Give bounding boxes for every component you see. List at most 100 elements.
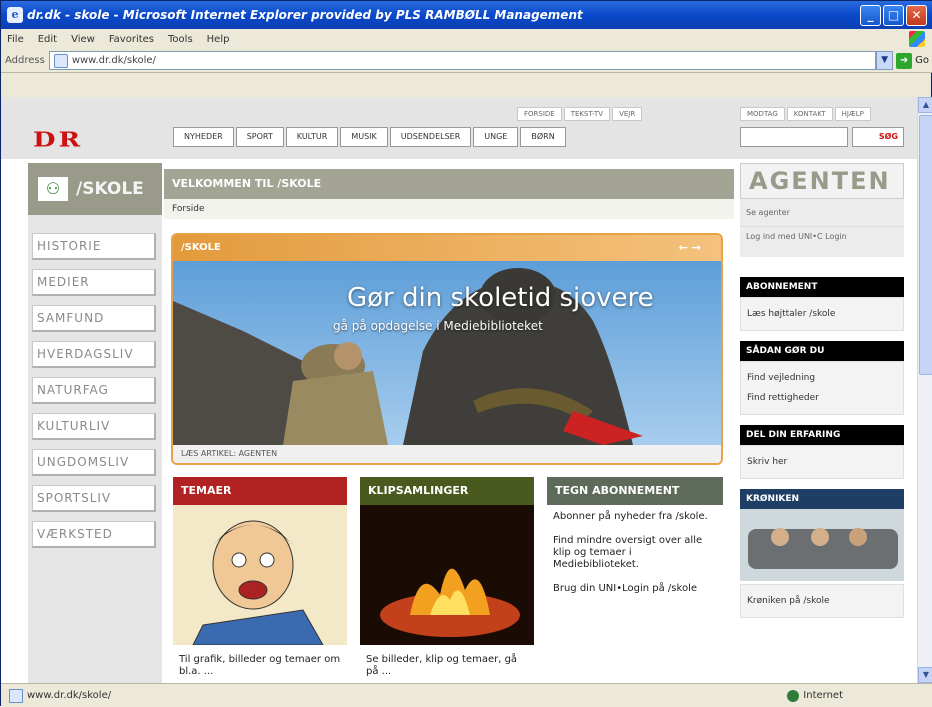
feature-nav-arrows-icon[interactable]: ← → xyxy=(679,235,701,261)
page-icon xyxy=(53,53,68,68)
menu-view[interactable]: View xyxy=(71,34,95,45)
util-link-modtag[interactable]: MODTAG xyxy=(740,107,785,121)
sidenav-ungdomsliv[interactable]: UNGDOMSLIV xyxy=(32,449,156,476)
nav-musik[interactable]: MUSIK xyxy=(340,127,388,147)
nav-boern[interactable]: BØRN xyxy=(520,127,566,147)
klipsamlinger-heading[interactable]: KLIPSAMLINGER xyxy=(360,477,534,505)
search-button[interactable]: SØG xyxy=(852,127,904,147)
close-button[interactable]: ✕ xyxy=(906,4,927,26)
del-din-erfaring-body[interactable]: Skriv her xyxy=(740,445,904,479)
saadan-goer-du-body[interactable]: Find vejledning Find rettigheder xyxy=(740,361,904,415)
abonnement-box: TEGN ABONNEMENT Abonner på nyheder fra /… xyxy=(547,477,723,683)
klipsamlinger-text: Se billeder, klip og temaer, gå på ... xyxy=(366,654,518,677)
kroeniken-title: KRØNIKEN xyxy=(740,489,904,509)
feature-box: /SKOLE ← → Gør din skoletid sjovere gå p… xyxy=(171,233,723,465)
globe-icon xyxy=(787,689,800,702)
feature-subheadline: gå på opdagelse i Mediebiblioteket xyxy=(333,319,543,333)
fire-image[interactable] xyxy=(360,505,534,645)
util-link-tekst-tv[interactable]: TEKST-TV xyxy=(563,107,611,121)
util-links-right: MODTAG KONTAKT HJÆLP xyxy=(738,107,871,121)
feature-image[interactable]: Gør din skoletid sjovere gå på opdagelse… xyxy=(173,261,721,445)
kids-icon: ⚇ xyxy=(38,177,68,201)
security-zone: Internet xyxy=(787,689,843,702)
util-link-vejr[interactable]: VEJR xyxy=(612,107,643,121)
del-din-erfaring-rbox: DEL DIN ERFARING Skriv her xyxy=(740,425,904,479)
right-column: AGENTEN Se agenter Log ind med UNI•C Log… xyxy=(740,163,904,618)
feature-caption[interactable]: LÆS ARTIKEL: AGENTEN xyxy=(173,445,721,463)
abonnement-rbox-title: ABONNEMENT xyxy=(740,277,904,297)
minimize-button[interactable]: _ xyxy=(860,4,881,26)
sidenav-historie[interactable]: HISTORIE xyxy=(32,233,156,260)
scroll-thumb[interactable] xyxy=(919,115,932,375)
go-button[interactable]: Go xyxy=(915,55,929,66)
abonnement-rbox-body[interactable]: Læs højttaler /skole xyxy=(740,297,904,331)
del-din-erfaring-title: DEL DIN ERFARING xyxy=(740,425,904,445)
temaer-cartoon-image[interactable] xyxy=(173,505,347,646)
window-title: dr.dk - skole - Microsoft Internet Explo… xyxy=(27,8,583,22)
agenten-logo[interactable]: AGENTEN xyxy=(740,163,904,199)
klipsamlinger-box: KLIPSAMLINGER Se billeder, klip og temae… xyxy=(360,477,534,678)
menu-edit[interactable]: Edit xyxy=(38,34,57,45)
sidenav-samfund[interactable]: SAMFUND xyxy=(32,305,156,332)
kroeniken-body[interactable]: Krøniken på /skole xyxy=(740,584,904,618)
sidenav-medier[interactable]: MEDIER xyxy=(32,269,156,296)
address-field[interactable]: www.dr.dk/skole/ xyxy=(48,51,877,70)
util-link-kontakt[interactable]: KONTAKT xyxy=(786,107,833,121)
feature-bar: /SKOLE ← → xyxy=(173,235,721,261)
util-link-hjaelp[interactable]: HJÆLP xyxy=(834,107,871,121)
temaer-box: TEMAER Til grafik, billeder og temaer om… xyxy=(173,477,347,678)
title-bar: e dr.dk - skole - Microsoft Internet Exp… xyxy=(1,1,932,29)
temaer-text: Til grafik, billeder og temaer om bl.a. … xyxy=(179,654,341,677)
saadan-goer-du-rbox: SÅDAN GØR DU Find vejledning Find rettig… xyxy=(740,341,904,415)
kroeniken-image[interactable] xyxy=(740,509,904,581)
sidenav-sportsliv[interactable]: SPORTSLIV xyxy=(32,485,156,512)
nav-sport[interactable]: SPORT xyxy=(235,127,284,147)
kroeniken-rbox: KRØNIKEN Krøniken på /skole xyxy=(740,489,904,618)
welcome-heading: VELKOMMEN TIL /SKOLE xyxy=(164,169,734,199)
nav-unge[interactable]: UNGE xyxy=(473,127,519,147)
dr-logo[interactable]: DR xyxy=(33,128,83,152)
scroll-up-icon[interactable]: ▲ xyxy=(918,97,932,113)
menu-tools[interactable]: Tools xyxy=(168,34,193,45)
status-text: www.dr.dk/skole/ xyxy=(27,690,112,701)
feature-label: /SKOLE xyxy=(181,242,221,253)
agenten-link[interactable]: Se agenter xyxy=(740,199,904,227)
page-viewport: DR FORSIDE TEKST-TV VEJR MODTAG KONTAKT … xyxy=(1,97,917,683)
address-url: www.dr.dk/skole/ xyxy=(71,55,156,66)
maximize-button[interactable]: □ xyxy=(883,4,904,26)
skole-logo-text: /SKOLE xyxy=(76,179,144,199)
feature-headline: Gør din skoletid sjovere xyxy=(347,283,654,313)
agenten-login[interactable]: Log ind med UNI•C Login xyxy=(740,227,904,257)
skole-logo[interactable]: ⚇ /SKOLE xyxy=(28,163,162,215)
nav-udsendelser[interactable]: UDSENDELSER xyxy=(389,127,472,147)
search-input[interactable] xyxy=(740,127,848,147)
windows-logo-icon xyxy=(909,31,925,47)
util-links: FORSIDE TEKST-TV VEJR xyxy=(515,107,643,121)
sidenav-kulturliv[interactable]: KULTURLIV xyxy=(32,413,156,440)
sidenav-hverdagsliv[interactable]: HVERDAGSLIV xyxy=(32,341,156,368)
nav-kultur[interactable]: KULTUR xyxy=(285,127,339,147)
sidenav-naturfag[interactable]: NATURFAG xyxy=(32,377,156,404)
page-status-icon xyxy=(9,688,23,703)
nav-nyheder[interactable]: NYHEDER xyxy=(173,127,234,147)
util-link-forside[interactable]: FORSIDE xyxy=(517,107,562,121)
vertical-scrollbar[interactable]: ▲ ▼ xyxy=(917,97,932,683)
address-bar: Address www.dr.dk/skole/ ▼ ➜ Go xyxy=(1,49,932,73)
saadan-goer-du-title: SÅDAN GØR DU xyxy=(740,341,904,361)
menu-favorites[interactable]: Favorites xyxy=(109,34,154,45)
address-dropdown-icon[interactable]: ▼ xyxy=(876,51,894,70)
left-column: ⚇ /SKOLE HISTORIE MEDIER SAMFUND HVERDAG… xyxy=(28,163,162,683)
abonnement-rbox: ABONNEMENT Læs højttaler /skole xyxy=(740,277,904,331)
zone-label: Internet xyxy=(803,690,843,701)
tegn-abonnement-heading[interactable]: TEGN ABONNEMENT xyxy=(547,477,723,505)
sidenav-vaerksted[interactable]: VÆRKSTED xyxy=(32,521,156,548)
menu-file[interactable]: File xyxy=(7,34,24,45)
scroll-down-icon[interactable]: ▼ xyxy=(918,667,932,683)
menu-help[interactable]: Help xyxy=(207,34,230,45)
side-nav: HISTORIE MEDIER SAMFUND HVERDAGSLIV NATU… xyxy=(32,233,156,557)
go-arrow-icon[interactable]: ➜ xyxy=(896,52,913,69)
breadcrumb[interactable]: Forside xyxy=(164,199,734,219)
main-nav: NYHEDER SPORT KULTUR MUSIK UDSENDELSER U… xyxy=(173,127,568,147)
temaer-heading[interactable]: TEMAER xyxy=(173,477,347,505)
status-bar: www.dr.dk/skole/ Internet xyxy=(1,683,932,707)
